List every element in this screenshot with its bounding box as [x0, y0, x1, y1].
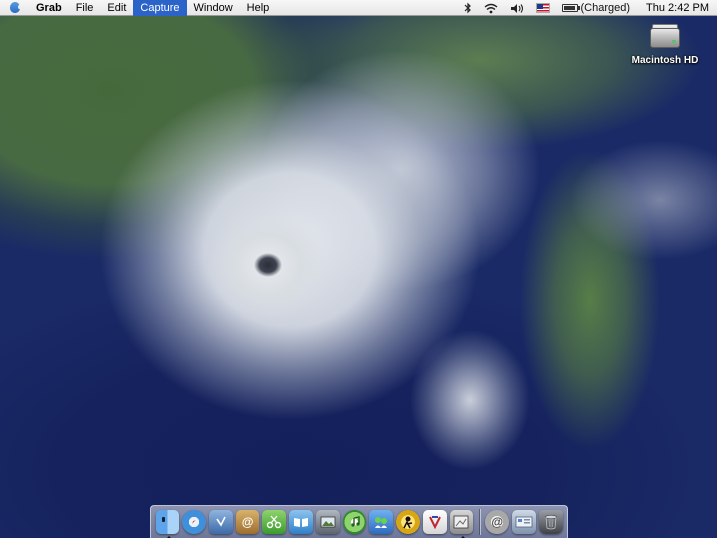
dock-scissors-icon[interactable] [262, 510, 287, 534]
battery-status: (Charged) [580, 2, 631, 14]
wifi-icon[interactable] [478, 0, 504, 16]
menu-bar: Grab File Edit Capture Window Help (Char… [0, 0, 717, 16]
apple-menu[interactable] [0, 0, 30, 16]
dock-book-icon[interactable] [289, 510, 313, 534]
dock-photo-icon[interactable] [315, 510, 340, 534]
apple-icon [10, 2, 21, 13]
battery-icon [562, 4, 581, 12]
dock-preferences-icon[interactable] [512, 510, 536, 534]
menu-clock[interactable]: Thu 2:42 PM [636, 2, 717, 14]
dock-tools-icon[interactable] [422, 510, 447, 534]
dock-music-icon[interactable] [342, 510, 367, 534]
desktop-wallpaper [0, 0, 717, 538]
dock-address-book-icon[interactable]: @ [235, 510, 260, 534]
desktop-icon-macintosh-hd[interactable]: Macintosh HD [620, 22, 710, 66]
menu-extras: (Charged) Thu 2:42 PM [458, 0, 717, 16]
battery-menu[interactable]: (Charged) [556, 0, 636, 16]
input-menu-flag-icon[interactable] [536, 3, 551, 13]
bluetooth-icon[interactable] [458, 0, 478, 16]
menu-file[interactable]: File [69, 0, 101, 16]
dock-stamp-icon[interactable] [208, 510, 233, 534]
dock-grab-icon[interactable] [449, 510, 474, 538]
hard-drive-icon [649, 22, 681, 52]
menu-edit[interactable]: Edit [100, 0, 133, 16]
dock-network-icon[interactable]: @ [485, 510, 510, 534]
dock-separator [478, 509, 480, 535]
menu-app-name[interactable]: Grab [30, 0, 69, 16]
menu-window[interactable]: Window [187, 0, 240, 16]
dock: @ @ [150, 505, 568, 538]
dock-chat-icon[interactable] [369, 510, 394, 534]
menu-capture[interactable]: Capture [133, 0, 187, 16]
dock-aim-icon[interactable] [396, 510, 420, 534]
menu-help[interactable]: Help [240, 0, 277, 16]
dock-finder-icon[interactable] [155, 510, 180, 538]
desktop-icon-label: Macintosh HD [631, 55, 699, 66]
dock-trash-icon[interactable] [538, 510, 563, 534]
dock-compass-icon[interactable] [182, 510, 206, 534]
volume-icon[interactable] [504, 0, 530, 16]
